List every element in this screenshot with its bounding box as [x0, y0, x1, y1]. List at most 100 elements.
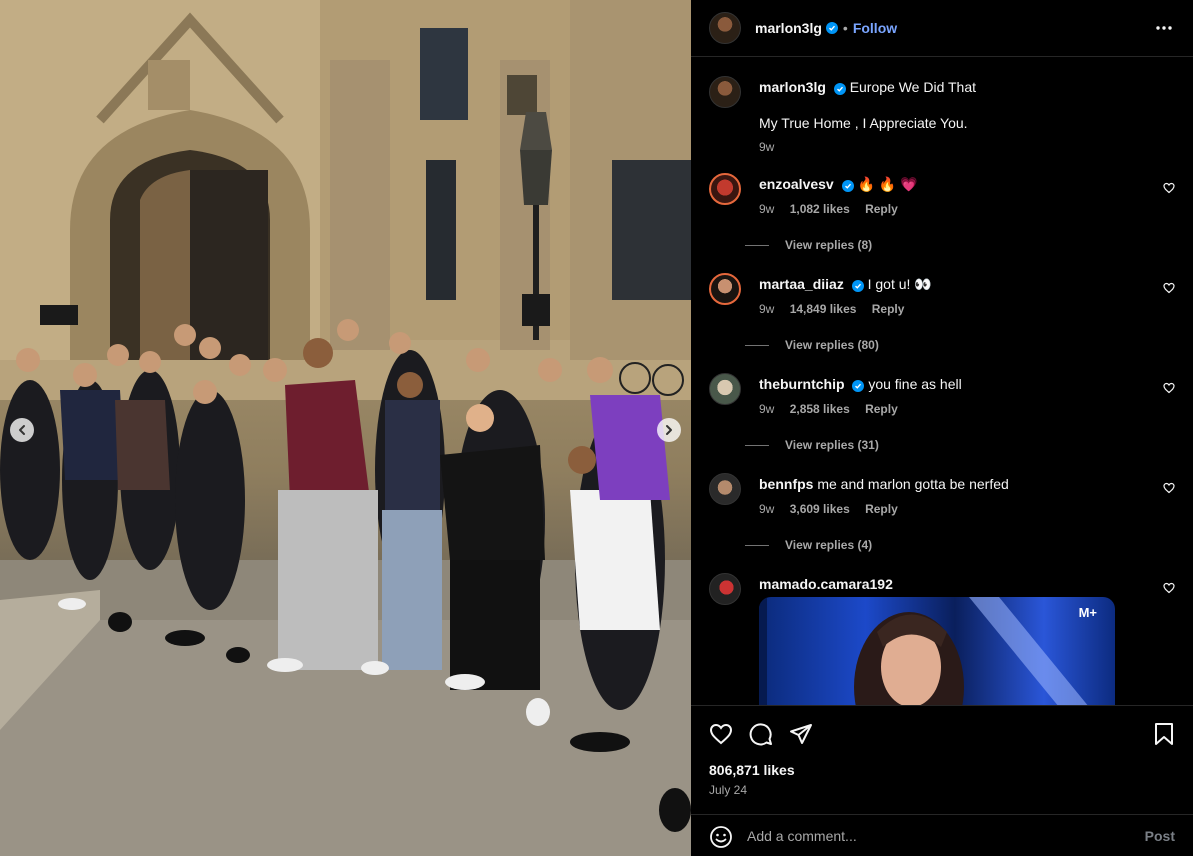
comment-meta: 9w 14,849 likes Reply [759, 300, 1139, 318]
comments-list[interactable]: marlon3lg Europe We Did That My True Hom… [691, 58, 1193, 705]
share-button[interactable] [789, 722, 813, 751]
post-actions: 806,871 likes July 24 [691, 705, 1193, 814]
comment-body: martaa_diiaz I got u! 👀 9w 14,849 likes … [759, 275, 1139, 318]
verified-badge-icon [841, 180, 854, 192]
reply-button[interactable]: Reply [865, 402, 898, 416]
comment-age: 9w [759, 502, 775, 516]
add-comment-input[interactable] [747, 826, 1117, 846]
commenter-avatar[interactable] [709, 173, 741, 205]
like-comment-button[interactable] [1163, 381, 1175, 399]
more-options-button[interactable] [1155, 18, 1173, 43]
media-channel-logo: M+ [1078, 605, 1097, 620]
caption-line-1: marlon3lg Europe We Did That [759, 78, 1169, 96]
comment-text: you fine as hell [868, 376, 962, 392]
heart-icon [1163, 482, 1175, 494]
replies-rule [745, 544, 769, 546]
reply-button[interactable]: Reply [865, 202, 898, 216]
verified-badge-icon [852, 380, 865, 392]
comment-button[interactable] [749, 722, 773, 751]
chevron-right-icon [666, 425, 672, 435]
commenter-avatar[interactable] [709, 273, 741, 305]
comment-media-thumbnail[interactable]: M+ [759, 597, 1115, 705]
view-replies-button[interactable]: View replies (80) [745, 338, 879, 352]
commenter-avatar[interactable] [709, 573, 741, 605]
commenter-avatar[interactable] [709, 473, 741, 505]
view-replies-button[interactable]: View replies (31) [745, 438, 879, 452]
replies-rule [745, 344, 769, 346]
like-comment-button[interactable] [1163, 181, 1175, 199]
verified-badge-icon [833, 83, 846, 95]
post-side-panel: marlon3lg • Follow marlon3lg Europe We D… [691, 0, 1193, 856]
commenter-username[interactable]: theburntchip [759, 376, 845, 392]
caption-username[interactable]: marlon3lg [759, 79, 826, 95]
heart-icon [1163, 282, 1175, 294]
comment-age: 9w [759, 202, 775, 216]
comment-meta: 9w 2,858 likes Reply [759, 400, 1139, 418]
comment-body: theburntchip you fine as hell 9w 2,858 l… [759, 375, 1139, 418]
commenter-username[interactable]: martaa_diiaz [759, 276, 844, 292]
heart-icon [1163, 182, 1175, 194]
view-replies-button[interactable]: View replies (4) [745, 538, 872, 552]
post-comment-button[interactable]: Post [1145, 828, 1175, 844]
more-horizontal-icon [1156, 26, 1172, 30]
comment-text: me and marlon gotta be nerfed [817, 476, 1009, 492]
photo-illustration [0, 0, 691, 856]
comment-composer: Post [691, 814, 1193, 856]
verified-badge-icon [825, 22, 838, 34]
view-replies-label: View replies (80) [785, 338, 879, 352]
like-comment-button[interactable] [1163, 481, 1175, 499]
caption-age: 9w [759, 140, 775, 154]
view-replies-button[interactable]: View replies (8) [745, 238, 872, 252]
comment-meta: 9w 3,609 likes Reply [759, 500, 1139, 518]
commenter-username[interactable]: enzoalvesv [759, 176, 834, 192]
heart-icon [709, 723, 733, 745]
comment-body: mamado.camara192 [759, 575, 1139, 593]
caption-avatar[interactable] [709, 76, 741, 108]
chevron-left-icon [19, 425, 25, 435]
header-separator: • [842, 20, 848, 36]
comment-like-count[interactable]: 14,849 likes [790, 302, 857, 316]
comment-age: 9w [759, 402, 775, 416]
reply-button[interactable]: Reply [872, 302, 905, 316]
replies-rule [745, 244, 769, 246]
caption-text-2: My True Home , I Appreciate You. [759, 115, 968, 131]
caption-text-1: Europe We Did That [849, 79, 977, 95]
media-illustration [759, 597, 1088, 705]
bookmark-icon [1155, 723, 1173, 745]
post-date[interactable]: July 24 [709, 783, 747, 797]
commenter-username[interactable]: mamado.camara192 [759, 576, 893, 592]
comment-text: 🔥 🔥 💗 [857, 176, 918, 192]
next-photo-button[interactable] [657, 418, 681, 442]
view-replies-label: View replies (31) [785, 438, 879, 452]
previous-photo-button[interactable] [10, 418, 34, 442]
comment-body: enzoalvesv 🔥 🔥 💗 9w 1,082 likes Reply [759, 175, 1139, 218]
follow-button[interactable]: Follow [853, 20, 897, 36]
replies-rule [745, 444, 769, 446]
caption-body: marlon3lg Europe We Did That My True Hom… [759, 78, 1169, 156]
comment-like-count[interactable]: 2,858 likes [790, 402, 850, 416]
save-button[interactable] [1153, 722, 1175, 751]
like-button[interactable] [709, 722, 733, 751]
comment-like-count[interactable]: 3,609 likes [790, 502, 850, 516]
view-replies-label: View replies (4) [785, 538, 873, 552]
smiley-icon [710, 826, 732, 848]
post-like-count[interactable]: 806,871 likes [709, 762, 795, 778]
comment-age: 9w [759, 302, 775, 316]
commenter-avatar[interactable] [709, 373, 741, 405]
emoji-picker-button[interactable] [709, 825, 733, 854]
commenter-username[interactable]: bennfps [759, 476, 813, 492]
like-comment-button[interactable] [1163, 281, 1175, 299]
verified-badge-icon [851, 280, 864, 292]
author-username[interactable]: marlon3lg [755, 20, 822, 36]
like-comment-button[interactable] [1163, 581, 1175, 599]
post-photo[interactable] [0, 0, 691, 856]
comment-bubble-icon [749, 723, 772, 746]
heart-icon [1163, 582, 1175, 594]
heart-icon [1163, 382, 1175, 394]
author-avatar[interactable] [709, 12, 741, 44]
comment-meta: 9w 1,082 likes Reply [759, 200, 1139, 218]
reply-button[interactable]: Reply [865, 502, 898, 516]
author-info: marlon3lg • Follow [755, 20, 897, 36]
view-replies-label: View replies (8) [785, 238, 873, 252]
comment-like-count[interactable]: 1,082 likes [790, 202, 850, 216]
